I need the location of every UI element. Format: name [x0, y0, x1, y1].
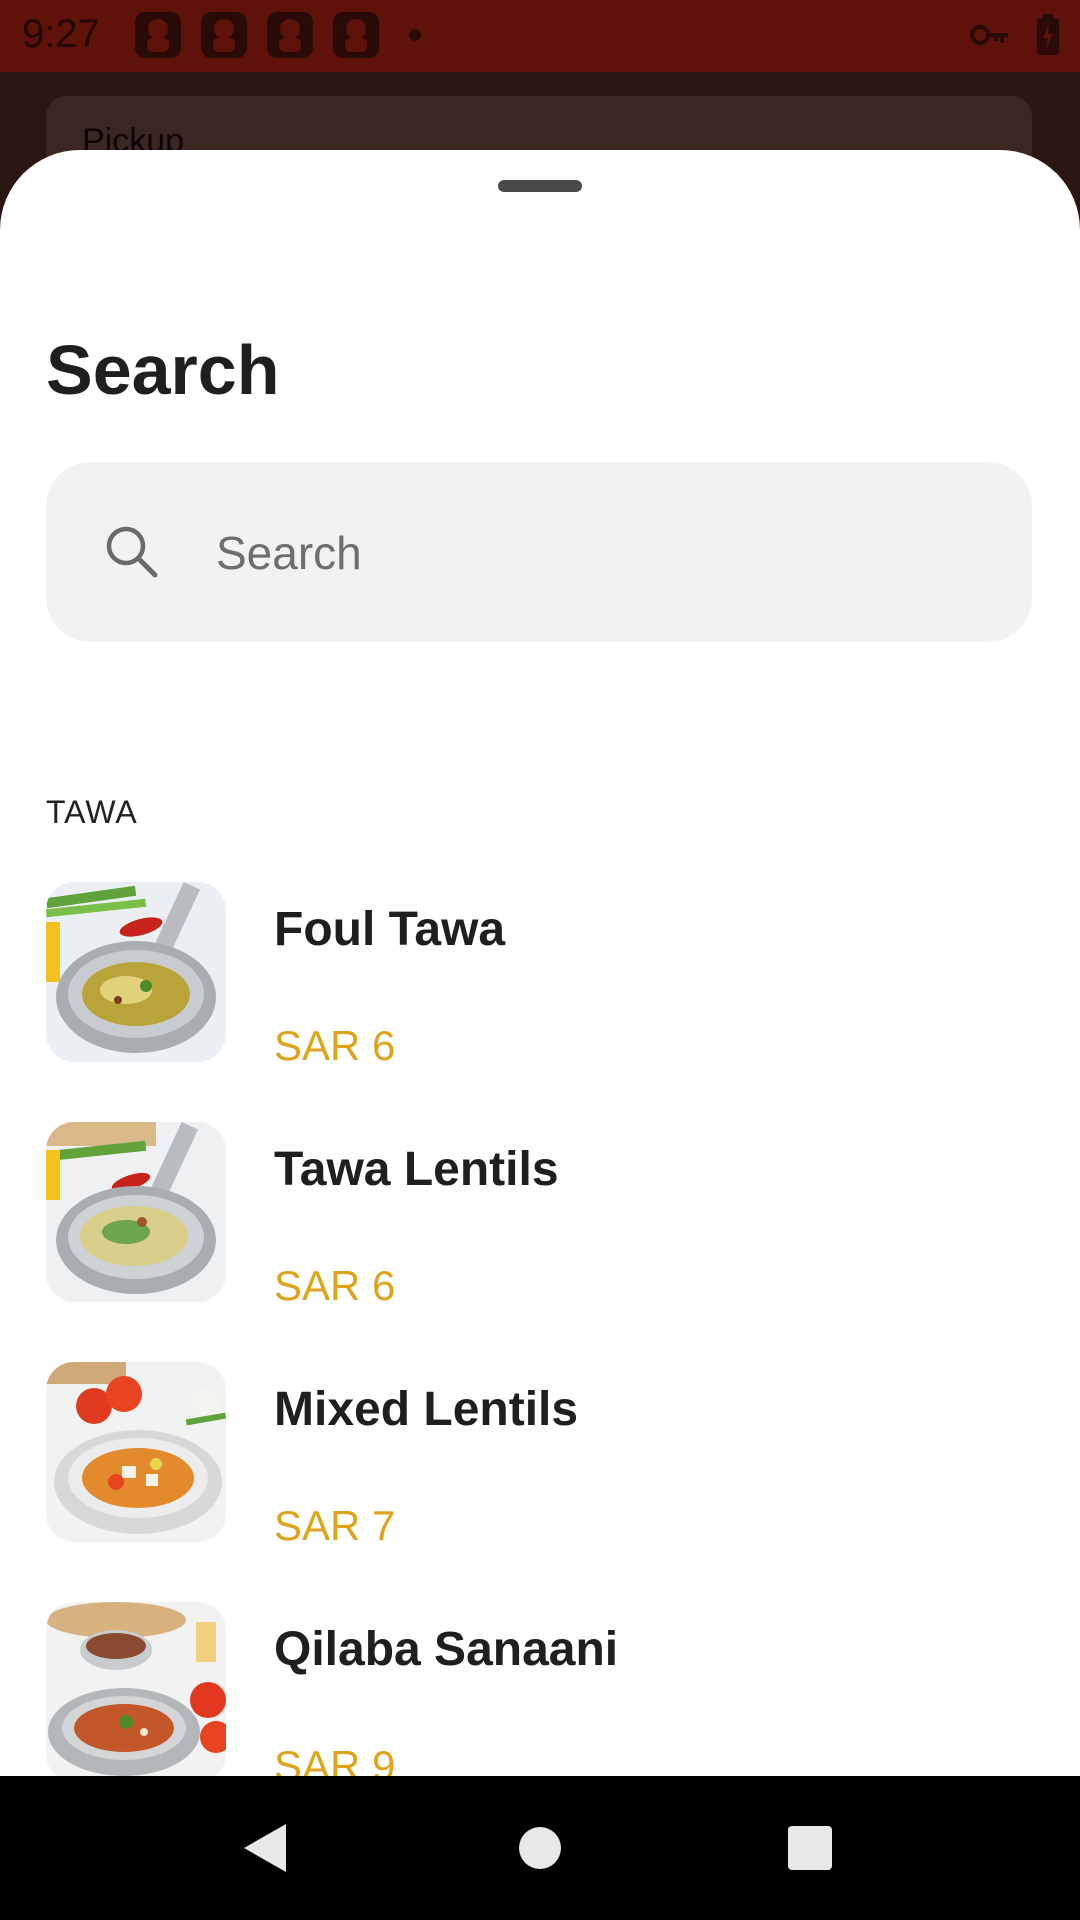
app-notification-icon: [135, 12, 181, 58]
status-bar: 9:27: [0, 0, 1080, 72]
app-notification-icon: [333, 12, 379, 58]
menu-item[interactable]: Tawa Lentils SAR 6: [0, 1122, 1080, 1362]
search-bar[interactable]: [46, 462, 1032, 642]
search-icon: [106, 526, 158, 578]
item-name: Qilaba Sanaani: [274, 1623, 619, 1676]
menu-item[interactable]: Foul Tawa SAR 6: [0, 882, 1080, 1122]
search-input[interactable]: [214, 512, 978, 594]
page-title: Search: [46, 331, 280, 409]
notification-icons: [135, 12, 421, 58]
food-thumbnail: [46, 1362, 226, 1542]
food-thumbnail: [46, 1122, 226, 1302]
app-notification-icon: [201, 12, 247, 58]
food-thumbnail: [46, 1602, 226, 1776]
back-icon[interactable]: [240, 1820, 290, 1876]
item-price: SAR 9: [274, 1742, 396, 1776]
recents-icon[interactable]: [786, 1820, 834, 1876]
item-price: SAR 6: [274, 1262, 396, 1309]
more-notifications-dot-icon: [409, 29, 421, 41]
section-label: TAWA: [46, 794, 138, 830]
menu-item[interactable]: Qilaba Sanaani SAR 9: [0, 1602, 1080, 1776]
app-notification-icon: [267, 12, 313, 58]
menu-item[interactable]: Mixed Lentils SAR 7: [0, 1362, 1080, 1602]
menu-item-list: Foul Tawa SAR 6 Tawa Lentils SAR 6 Mixed…: [0, 882, 1080, 1776]
item-price: SAR 6: [274, 1022, 396, 1069]
food-thumbnail: [46, 882, 226, 1062]
item-price: SAR 7: [274, 1502, 396, 1549]
status-time: 9:27: [22, 12, 100, 56]
drag-handle[interactable]: [498, 180, 582, 192]
item-name: Tawa Lentils: [274, 1143, 559, 1196]
battery-icon: [1036, 14, 1060, 61]
search-bottom-sheet: Search TAWA: [0, 150, 1080, 1776]
key-icon: [970, 23, 1010, 52]
item-name: Mixed Lentils: [274, 1383, 579, 1436]
home-icon[interactable]: [518, 1820, 562, 1876]
item-name: Foul Tawa: [274, 903, 506, 956]
status-right: [970, 14, 1060, 61]
system-navigation-bar: [0, 1776, 1080, 1920]
